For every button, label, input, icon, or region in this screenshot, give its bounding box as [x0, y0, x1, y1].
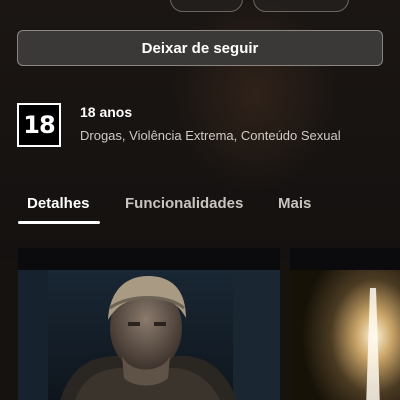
active-tab-indicator	[18, 221, 100, 224]
screenshot-glowing-light[interactable]	[290, 248, 400, 400]
age-rating-title: 18 anos	[80, 104, 133, 120]
age-rating-badge: 18	[17, 103, 61, 147]
unfollow-button[interactable]: Deixar de seguir	[17, 30, 383, 66]
action-button-partial[interactable]	[170, 0, 243, 12]
age-rating-badge-number: 18	[23, 111, 55, 139]
tab-more[interactable]: Mais	[278, 195, 311, 212]
tab-details[interactable]: Detalhes	[27, 195, 90, 212]
screenshot-viking-warrior[interactable]	[18, 248, 280, 400]
age-rating-descriptors: Drogas, Violência Extrema, Conteúdo Sexu…	[80, 128, 341, 143]
tab-features[interactable]: Funcionalidades	[125, 195, 243, 212]
tab-bar: Detalhes Funcionalidades Mais	[0, 192, 400, 228]
glowing-light-image	[290, 248, 400, 400]
action-button-partial-secondary[interactable]	[253, 0, 349, 12]
screenshot-gallery	[0, 248, 400, 400]
viking-warrior-image	[18, 248, 280, 400]
